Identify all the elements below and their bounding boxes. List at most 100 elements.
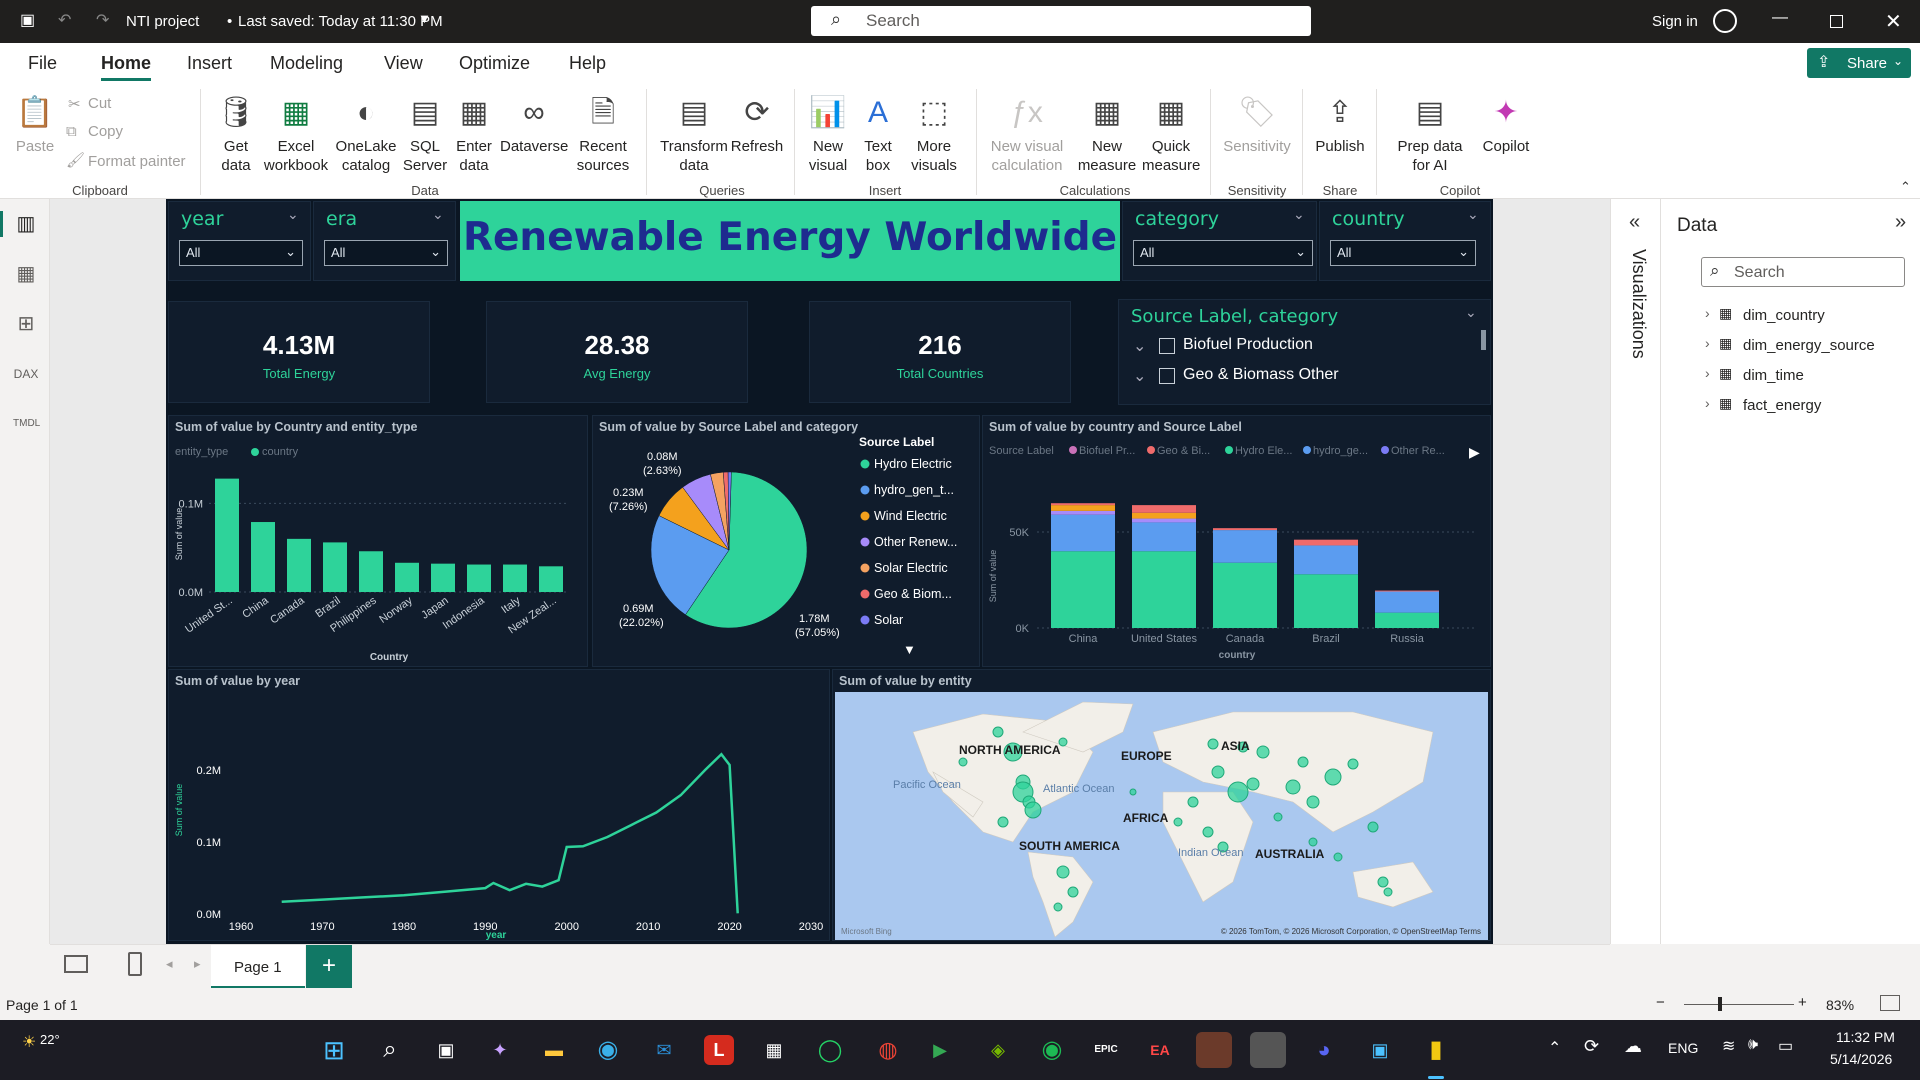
save-icon[interactable]: ▣	[20, 10, 35, 30]
publish-button[interactable]: ⇪ Publish	[1310, 93, 1370, 156]
pie-chart-source[interactable]: Sum of value by Source Label and categor…	[592, 415, 980, 667]
redo-icon[interactable]: ↷	[96, 10, 109, 30]
nvidia-icon[interactable]: ◈	[980, 1032, 1016, 1068]
search-icon[interactable]: ⌕	[372, 1032, 408, 1068]
zoom-slider-thumb[interactable]	[1718, 997, 1722, 1011]
table-item[interactable]: › ▦ fact_energy	[1701, 393, 1911, 423]
tab-modeling[interactable]: Modeling	[270, 53, 343, 74]
edge-icon[interactable]: ◉	[590, 1032, 626, 1068]
quick-measure-button[interactable]: ▦ Quick measure	[1140, 93, 1202, 175]
onelake-catalog-button[interactable]: ◐ OneLake catalog	[328, 93, 404, 175]
table-item[interactable]: › ▦ dim_country	[1701, 303, 1911, 333]
next-page-icon[interactable]: ▸	[194, 956, 201, 972]
slicer-era[interactable]: era ⌄ All ⌄	[313, 201, 456, 281]
sign-in-link[interactable]: Sign in	[1652, 13, 1698, 30]
tab-insert[interactable]: Insert	[187, 53, 232, 74]
chevron-down-icon[interactable]: ⌄	[1465, 304, 1477, 321]
discord-icon[interactable]: ◕	[1306, 1032, 1342, 1068]
minimize-icon[interactable]: —	[1772, 9, 1788, 27]
kpi-card-total-countries[interactable]: 216 Total Countries	[809, 301, 1071, 403]
fit-to-page-icon[interactable]	[1880, 995, 1900, 1011]
enter-data-button[interactable]: ▦ Enter data	[450, 93, 498, 175]
zoom-out-icon[interactable]: −	[1656, 994, 1665, 1011]
outlook-icon[interactable]: ✉	[646, 1032, 682, 1068]
copilot-app-icon[interactable]: ✦	[482, 1032, 518, 1068]
add-page-button[interactable]: +	[306, 945, 352, 989]
dax-query-view-icon[interactable]: DAX	[13, 361, 39, 387]
maximize-icon[interactable]	[1830, 15, 1843, 28]
ea-icon[interactable]: EA	[1142, 1032, 1178, 1068]
get-data-button[interactable]: 🛢 Get data	[208, 93, 264, 175]
onedrive-icon[interactable]: ☁	[1624, 1036, 1642, 1057]
legend-scroll-down-icon[interactable]: ▼	[903, 642, 916, 657]
map-visual-entity[interactable]: Sum of value by entity NORTH AMERICA EURO…	[832, 669, 1491, 941]
slicer-dropdown[interactable]: All ⌄	[1133, 240, 1313, 266]
chevron-right-icon[interactable]: ›	[1705, 395, 1710, 411]
store-icon[interactable]: ▦	[756, 1032, 792, 1068]
map-svg[interactable]: NORTH AMERICA EUROPE ASIA AFRICASOUTH AMERI…	[833, 692, 1492, 942]
copilot-button[interactable]: ✦ Copilot	[1476, 93, 1536, 156]
power-bi-icon[interactable]: ▮	[1418, 1032, 1454, 1068]
chevron-right-icon[interactable]: ›	[1705, 335, 1710, 351]
clock-date[interactable]: 5/14/2026	[1830, 1051, 1892, 1067]
tab-home[interactable]: Home	[101, 53, 151, 74]
language-indicator[interactable]: ENG	[1668, 1040, 1698, 1056]
tree-item[interactable]: Biofuel Production	[1183, 336, 1313, 354]
tab-help[interactable]: Help	[569, 53, 606, 74]
battery-icon[interactable]: ▭	[1778, 1036, 1793, 1056]
windows-start-icon[interactable]: ⊞	[316, 1032, 352, 1068]
excel-workbook-button[interactable]: ▦ Excel workbook	[262, 93, 330, 175]
account-icon[interactable]	[1713, 9, 1737, 33]
legend-next-icon[interactable]: ▶	[1469, 444, 1480, 461]
transform-data-button[interactable]: ▤ Transform data	[656, 93, 732, 175]
scrollbar[interactable]	[1481, 330, 1486, 350]
slicer-dropdown[interactable]: All ⌄	[179, 240, 303, 266]
checkbox[interactable]	[1159, 338, 1175, 354]
new-measure-button[interactable]: ▦ New measure	[1072, 93, 1142, 175]
weather-icon[interactable]: ☀	[22, 1032, 36, 1052]
whatsapp-icon[interactable]: ◯	[812, 1032, 848, 1068]
epic-games-icon[interactable]: EPIC	[1088, 1032, 1124, 1068]
kpi-card-avg-energy[interactable]: 28.38 Avg Energy	[486, 301, 748, 403]
collapse-ribbon-icon[interactable]: ⌃	[1900, 179, 1911, 195]
chevron-down-icon[interactable]: ⌄	[1467, 206, 1479, 223]
slicer-category[interactable]: category ⌄ All ⌄	[1122, 201, 1317, 281]
clock-time[interactable]: 11:32 PM	[1836, 1029, 1895, 1045]
slicer-country[interactable]: country ⌄ All ⌄	[1319, 201, 1491, 281]
task-view-icon[interactable]: ▣	[428, 1032, 464, 1068]
visualizations-label[interactable]: Visualizations	[1628, 249, 1649, 359]
chevron-down-icon[interactable]: ⌄	[432, 206, 444, 223]
tab-optimize[interactable]: Optimize	[459, 53, 530, 74]
chevron-down-icon[interactable]: ⌄	[1293, 206, 1305, 223]
recent-sources-button[interactable]: 🗎 Recent sources	[568, 93, 638, 175]
slicer-dropdown[interactable]: All ⌄	[1330, 240, 1476, 266]
bar-chart-country[interactable]: Sum of value by Country and entity_type …	[168, 415, 588, 667]
prep-data-ai-button[interactable]: ▤ Prep data for AI	[1384, 93, 1476, 175]
collapse-pane-icon[interactable]: »	[1895, 211, 1906, 234]
title-search[interactable]: ⌕ Search	[811, 6, 1311, 36]
lastpass-icon[interactable]: L	[704, 1035, 734, 1065]
table-view-icon[interactable]: ▦	[13, 261, 39, 287]
sync-icon[interactable]: ⟳	[1584, 1036, 1599, 1057]
line-chart-year[interactable]: Sum of value by year 0.0M 0.1M 0.2M 1960 197…	[168, 669, 830, 941]
undo-icon[interactable]: ↶	[58, 10, 71, 30]
refresh-button[interactable]: ⟳ Refresh	[730, 93, 784, 156]
volume-icon[interactable]: 🕪	[1748, 1036, 1758, 1054]
desktop-layout-icon[interactable]	[64, 955, 88, 973]
data-search-input[interactable]: ⌕ Search	[1701, 257, 1905, 287]
tab-view[interactable]: View	[384, 53, 423, 74]
kpi-card-total-energy[interactable]: 4.13M Total Energy	[168, 301, 430, 403]
chevron-right-icon[interactable]: ›	[1705, 365, 1710, 381]
saved-status[interactable]: Last saved: Today at 11:30 PM	[238, 13, 443, 30]
table-item[interactable]: › ▦ dim_energy_source	[1701, 333, 1911, 363]
more-visuals-button[interactable]: ⬚ More visuals	[902, 93, 966, 175]
zoom-slider-track[interactable]	[1684, 1004, 1794, 1005]
model-view-icon[interactable]: ⊞	[13, 311, 39, 337]
prev-page-icon[interactable]: ◂	[166, 956, 173, 972]
close-icon[interactable]: ✕	[1885, 9, 1902, 34]
page-tab[interactable]: Page 1	[211, 945, 305, 989]
slicer-dropdown[interactable]: All ⌄	[324, 240, 448, 266]
chevron-down-icon[interactable]: ⌄	[287, 206, 299, 223]
share-button[interactable]: ⇪ Share ⌄	[1807, 48, 1911, 78]
expand-icon[interactable]: ⌄	[1133, 336, 1146, 356]
